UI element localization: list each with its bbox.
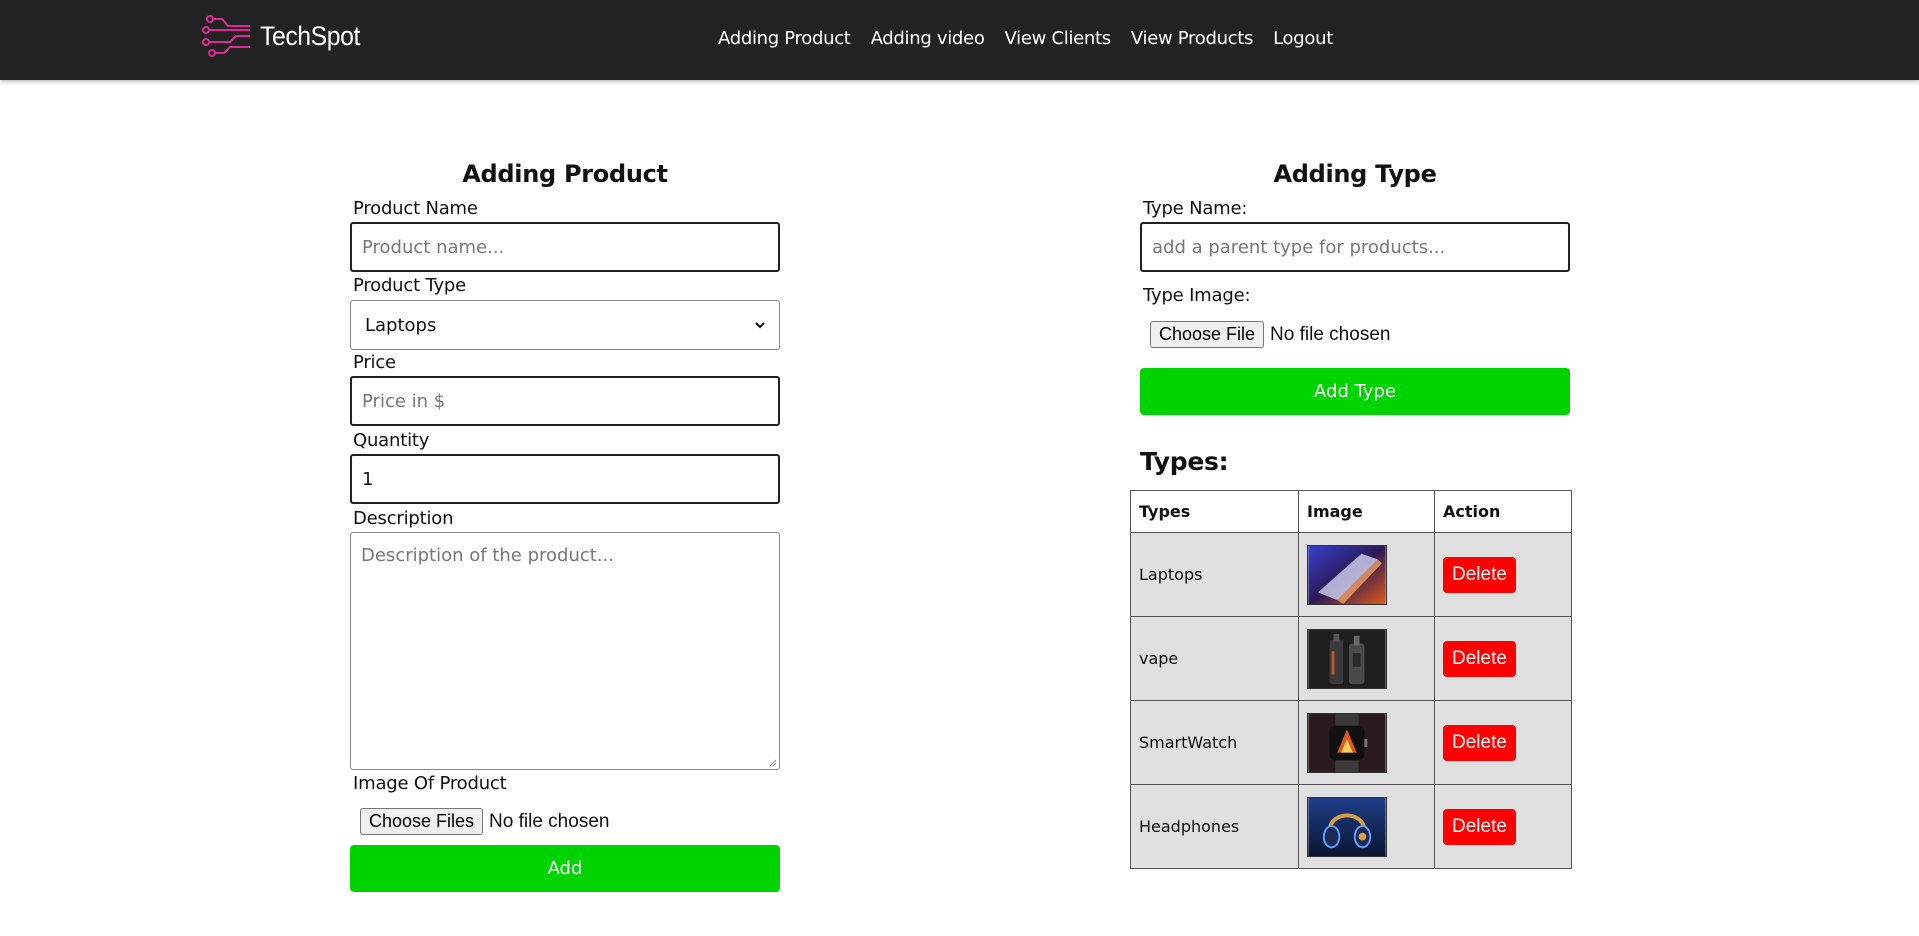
- type-form-title: Adding Type: [1273, 160, 1437, 188]
- add-product-button[interactable]: Add: [350, 845, 780, 892]
- type-image-cell: [1298, 784, 1435, 869]
- product-type-selected: Laptops: [365, 314, 437, 336]
- table-row: vape Delete: [1130, 616, 1572, 701]
- delete-button[interactable]: Delete: [1443, 640, 1516, 677]
- type-name-cell: SmartWatch: [1130, 700, 1299, 785]
- type-name-cell: vape: [1130, 616, 1299, 701]
- product-form-title: Adding Product: [462, 160, 668, 188]
- add-type-button[interactable]: Add Type: [1140, 368, 1570, 415]
- brand-logo[interactable]: TechSpot: [200, 14, 369, 58]
- type-name-cell: Headphones: [1130, 784, 1299, 869]
- price-placeholder: Price in $: [362, 390, 446, 412]
- types-heading: Types:: [1140, 447, 1229, 476]
- adding-product-form: Adding Product Product Name Product name…: [350, 160, 780, 900]
- adding-type-form: Adding Type Type Name: add a parent type…: [1140, 160, 1570, 420]
- table-header-row: Types Image Action: [1130, 490, 1572, 533]
- chevron-down-icon: [755, 318, 765, 332]
- type-image-file-input: Choose File No file chosen: [1150, 321, 1390, 348]
- main-nav: Adding Product Adding video View Clients…: [718, 28, 1353, 49]
- type-action-cell: Delete: [1434, 532, 1572, 617]
- product-name-placeholder: Product name...: [362, 236, 505, 258]
- type-name-placeholder: add a parent type for products...: [1152, 236, 1446, 258]
- types-table: Types Image Action Laptops Delete vape D…: [1130, 490, 1572, 869]
- column-header-action: Action: [1434, 490, 1572, 533]
- vape-image: [1307, 628, 1387, 689]
- nav-view-clients[interactable]: View Clients: [1005, 28, 1112, 49]
- product-name-input[interactable]: Product name...: [350, 222, 780, 272]
- type-name-label: Type Name:: [1143, 198, 1248, 219]
- quantity-input[interactable]: 1: [350, 454, 780, 504]
- type-action-cell: Delete: [1434, 616, 1572, 701]
- product-type-select[interactable]: Laptops: [350, 300, 780, 350]
- product-image-label: Image Of Product: [353, 773, 507, 794]
- table-row: Laptops Delete: [1130, 532, 1572, 617]
- type-image-cell: [1298, 700, 1435, 785]
- description-textarea[interactable]: Description of the product...: [350, 532, 780, 770]
- type-image-cell: [1298, 532, 1435, 617]
- column-header-image: Image: [1298, 490, 1435, 533]
- type-image-cell: [1298, 616, 1435, 701]
- product-name-label: Product Name: [353, 198, 478, 219]
- price-input[interactable]: Price in $: [350, 376, 780, 426]
- type-name-input[interactable]: add a parent type for products...: [1140, 222, 1570, 272]
- price-label: Price: [353, 352, 396, 373]
- circuit-icon: [202, 15, 250, 57]
- type-action-cell: Delete: [1434, 700, 1572, 785]
- choose-file-button[interactable]: Choose File: [1150, 321, 1265, 348]
- type-name-cell: Laptops: [1130, 532, 1299, 617]
- nav-adding-product[interactable]: Adding Product: [718, 28, 851, 49]
- nav-logout[interactable]: Logout: [1273, 28, 1333, 49]
- type-action-cell: Delete: [1434, 784, 1572, 869]
- table-row: Headphones Delete: [1130, 784, 1572, 869]
- laptop-image: [1307, 544, 1387, 605]
- quantity-label: Quantity: [353, 430, 430, 451]
- navbar: TechSpot Adding Product Adding video Vie…: [0, 0, 1919, 80]
- product-file-status: No file chosen: [489, 810, 610, 832]
- product-type-label: Product Type: [353, 275, 467, 296]
- column-header-types: Types: [1130, 490, 1299, 533]
- table-row: SmartWatch Delete: [1130, 700, 1572, 785]
- quantity-value: 1: [362, 468, 374, 490]
- description-placeholder: Description of the product...: [361, 545, 614, 566]
- choose-files-button[interactable]: Choose Files: [360, 808, 484, 835]
- headphones-image: [1307, 796, 1387, 857]
- nav-view-products[interactable]: View Products: [1131, 28, 1254, 49]
- type-file-status: No file chosen: [1270, 323, 1391, 345]
- product-image-file-input: Choose Files No file chosen: [360, 808, 609, 835]
- resize-grip-icon[interactable]: [767, 757, 777, 767]
- delete-button[interactable]: Delete: [1443, 808, 1516, 845]
- delete-button[interactable]: Delete: [1443, 556, 1516, 593]
- smartwatch-image: [1307, 712, 1387, 773]
- type-image-label: Type Image:: [1143, 285, 1251, 306]
- delete-button[interactable]: Delete: [1443, 724, 1516, 761]
- brand-name: TechSpot: [260, 20, 360, 51]
- description-label: Description: [353, 508, 454, 529]
- nav-adding-video[interactable]: Adding video: [871, 28, 985, 49]
